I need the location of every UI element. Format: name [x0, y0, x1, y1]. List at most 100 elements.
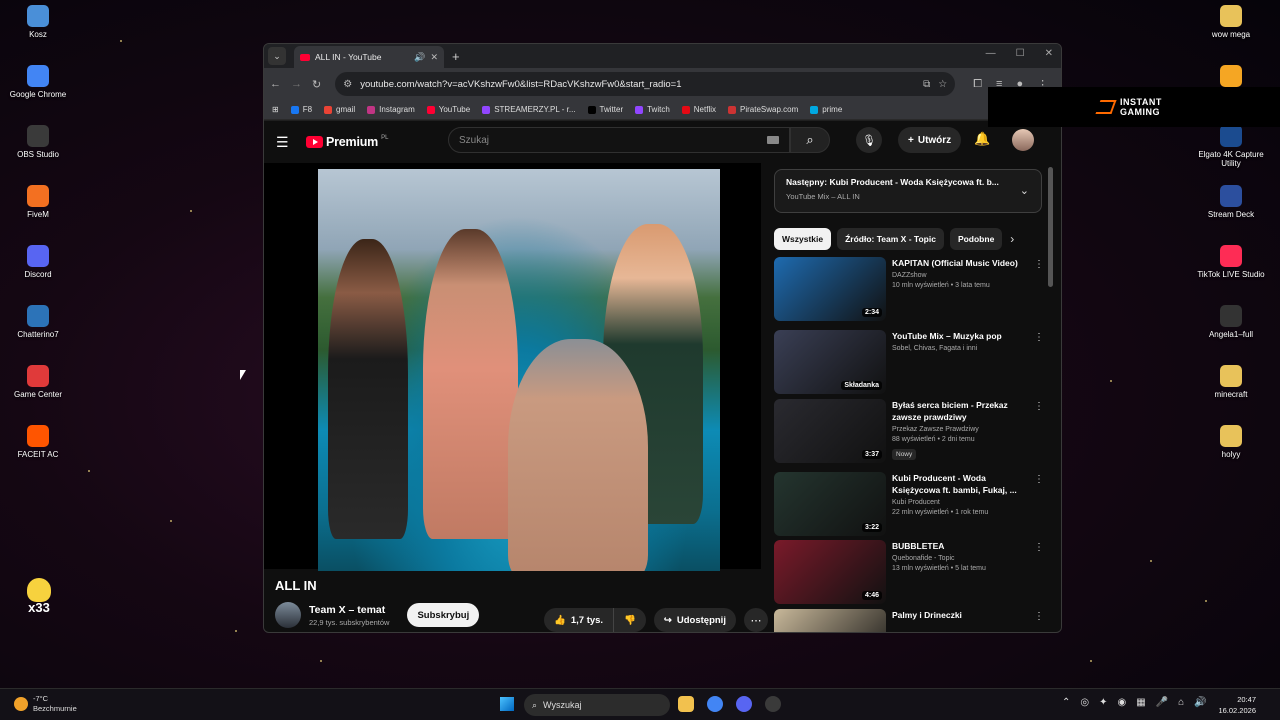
share-button[interactable]: ↪ Udostępnij: [653, 608, 736, 632]
desktop-icon[interactable]: FiveM: [0, 185, 76, 219]
volume-icon[interactable]: 🔊: [1194, 697, 1206, 708]
bookmark-item[interactable]: Instagram: [367, 105, 415, 114]
avatar[interactable]: [1012, 129, 1034, 151]
close-window-button[interactable]: ✕: [1045, 48, 1053, 59]
bookmark-star-icon[interactable]: ☆: [938, 79, 947, 90]
menu-hamburger-icon[interactable]: ☰: [276, 134, 300, 151]
minimize-button[interactable]: —: [986, 48, 996, 59]
bookmark-item[interactable]: Netflix: [681, 105, 716, 114]
video-thumbnail[interactable]: 3:22: [774, 472, 886, 536]
start-button[interactable]: [500, 697, 514, 711]
create-button[interactable]: + Utwórz: [898, 127, 962, 153]
url-text[interactable]: youtube.com/watch?v=acVKshzwFw0&list=RDa…: [360, 79, 915, 90]
recommendation-item[interactable]: 3:22 Kubi Producent - Woda Księżycowa ft.…: [774, 472, 1044, 538]
more-options-icon[interactable]: ⋮: [1034, 332, 1044, 343]
video-thumbnail[interactable]: 3:37: [774, 399, 886, 463]
instant-gaming-ad[interactable]: INSTANT GAMING: [988, 87, 1280, 127]
desktop-icon[interactable]: Stream Deck: [1193, 185, 1269, 219]
network-icon[interactable]: ⌂: [1178, 697, 1184, 708]
video-thumbnail[interactable]: 2:34: [774, 257, 886, 321]
audio-icon[interactable]: 🔊: [414, 52, 425, 63]
desktop-icon[interactable]: Game Center: [0, 365, 76, 399]
more-options-icon[interactable]: ⋮: [1034, 401, 1044, 412]
bookmark-item[interactable]: prime: [810, 105, 842, 114]
recommendation-item[interactable]: Składanka YouTube Mix – Muzyka pop Sobel, …: [774, 330, 1044, 396]
channel-avatar[interactable]: [275, 602, 301, 628]
next-up-panel[interactable]: Następny: Kubi Producent - Woda Księżyco…: [774, 169, 1042, 213]
video-thumbnail[interactable]: Składanka: [774, 330, 886, 394]
tray-app-icon[interactable]: ▦: [1136, 697, 1145, 708]
desktop-icon[interactable]: holyy: [1193, 425, 1269, 459]
new-tab-button[interactable]: +: [452, 49, 460, 64]
desktop-icon[interactable]: TikTok LIVE Studio: [1193, 245, 1269, 279]
desktop-icon[interactable]: Discord: [0, 245, 76, 279]
forward-button[interactable]: →: [291, 78, 302, 90]
bookmark-item[interactable]: YouTube: [426, 105, 470, 114]
voice-search-button[interactable]: 🎙: [856, 127, 882, 153]
video-player[interactable]: [264, 163, 761, 571]
reload-button[interactable]: ↻: [312, 78, 321, 91]
filter-chip[interactable]: Podobne: [949, 228, 1003, 250]
filter-chip[interactable]: Wszystkie: [774, 228, 832, 250]
site-info-icon[interactable]: ⚙: [343, 79, 352, 90]
desktop-icon[interactable]: minecraft: [1193, 365, 1269, 399]
more-options-icon[interactable]: ⋮: [1034, 542, 1044, 553]
desktop-icon[interactable]: Kosz: [0, 5, 76, 39]
address-bar[interactable]: ⚙ youtube.com/watch?v=acVKshzwFw0&list=R…: [335, 72, 956, 96]
filter-chip[interactable]: Źródło: Team X - Topic: [837, 228, 944, 250]
recommendation-item[interactable]: 4:46 BUBBLETEA Quebonafide - Topic 13 mln w…: [774, 540, 1044, 606]
tab-close-icon[interactable]: ✕: [430, 52, 438, 63]
extensions-icon[interactable]: ⧠: [973, 78, 982, 91]
recommendation-item[interactable]: Palmy i Drineczki ⋮: [774, 609, 1044, 632]
back-button[interactable]: ←: [270, 78, 281, 90]
like-button[interactable]: 👍 1,7 tys.: [544, 608, 615, 632]
cast-icon[interactable]: ⧉: [923, 79, 930, 90]
keyboard-icon[interactable]: [767, 136, 779, 144]
video-frame[interactable]: [318, 169, 720, 571]
weather-widget[interactable]: -7°C Bezchmurnie: [14, 694, 77, 714]
more-options-icon[interactable]: ⋮: [1034, 611, 1044, 622]
tray-chevron-icon[interactable]: ⌃: [1062, 697, 1070, 708]
bookmark-item[interactable]: Twitter: [587, 105, 623, 114]
taskbar-search[interactable]: ⌕ Wyszukaj: [524, 694, 670, 716]
desktop-icon[interactable]: Angela1–full: [1193, 305, 1269, 339]
more-options-icon[interactable]: ⋮: [1034, 474, 1044, 485]
youtube-logo[interactable]: Premium PL: [306, 135, 388, 149]
bookmark-item[interactable]: PirateSwap.com: [728, 105, 798, 114]
tab-search-button[interactable]: ⌄: [268, 47, 286, 65]
desktop-icon[interactable]: OBS Studio: [0, 125, 76, 159]
search-button[interactable]: ⌕: [790, 127, 830, 153]
tray-app-icon[interactable]: ✦: [1099, 697, 1107, 708]
video-thumbnail[interactable]: [774, 609, 886, 632]
tray-discord-icon[interactable]: ◉: [1118, 697, 1127, 708]
desktop-icon[interactable]: FACEIT AC: [0, 425, 76, 459]
bookmark-item[interactable]: Twitch: [635, 105, 670, 114]
video-thumbnail[interactable]: 4:46: [774, 540, 886, 604]
chrome-taskbar-icon[interactable]: [707, 696, 723, 712]
desktop-icon[interactable]: Elgato 4K Capture Utility: [1193, 125, 1269, 168]
scrollbar[interactable]: [1048, 163, 1053, 632]
channel-name[interactable]: Team X – temat: [309, 604, 389, 616]
apps-icon[interactable]: ⊞: [272, 105, 279, 114]
bookmark-item[interactable]: STREAMERZY.PL - r...: [482, 105, 576, 114]
more-actions-button[interactable]: ⋯: [743, 608, 768, 632]
bookmark-item[interactable]: gmail: [324, 105, 355, 114]
dislike-button[interactable]: 👎: [614, 608, 646, 632]
recommendation-item[interactable]: 2:34 KAPITAN (Official Music Video) DAZZsh…: [774, 257, 1044, 323]
tray-app-icon[interactable]: ◎: [1080, 697, 1089, 708]
recommendation-item[interactable]: 3:37 Byłaś serca biciem - Przekaz zawsze …: [774, 399, 1044, 465]
discord-taskbar-icon[interactable]: [736, 696, 752, 712]
obs-taskbar-icon[interactable]: [765, 696, 781, 712]
desktop-icon[interactable]: Google Chrome: [0, 65, 76, 99]
file-explorer-icon[interactable]: [678, 696, 694, 712]
bookmark-item[interactable]: F8: [290, 105, 312, 114]
search-input[interactable]: [459, 134, 767, 146]
chevron-right-icon[interactable]: ›: [1010, 232, 1014, 246]
desktop-icon[interactable]: wow mega: [1193, 5, 1269, 39]
chevron-down-icon[interactable]: ⌄: [1020, 184, 1029, 197]
subscribe-button[interactable]: Subskrybuj: [407, 603, 480, 627]
more-options-icon[interactable]: ⋮: [1034, 259, 1044, 270]
desktop-icon[interactable]: Chatterino7: [0, 305, 76, 339]
microphone-icon[interactable]: 🎤: [1156, 697, 1168, 708]
maximize-button[interactable]: ☐: [1016, 48, 1025, 59]
